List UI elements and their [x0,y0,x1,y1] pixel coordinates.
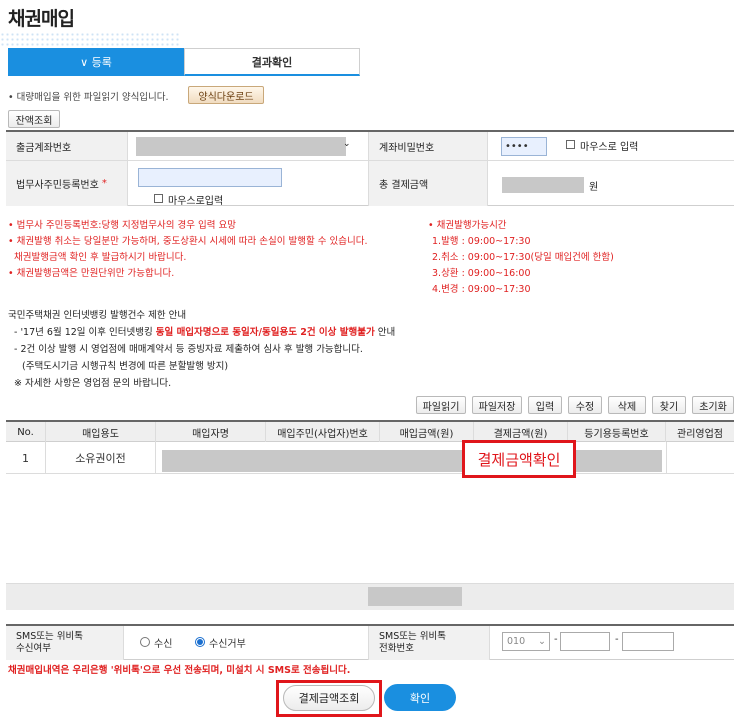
won-unit: 원 [589,182,599,193]
edit-button[interactable]: 수정 [568,396,602,414]
find-button[interactable]: 찾기 [652,396,686,414]
tab-register[interactable]: ∨ 등록 [8,48,184,76]
sms-receive-label: SMS또는 위비톡 수신여부 [6,626,124,660]
limit-line1-pre: - '17년 6월 12일 이후 인터넷뱅킹 [14,327,156,338]
issue-time-item: 2.취소 : 09:00~17:30(당일 매입건에 한함) [432,252,614,263]
payment-confirm-annotation: 결제금액확인 [462,440,576,478]
row-masked-values [162,450,662,472]
bottom-notice: 채권매입내역은 우리은행 '위비톡'으로 우선 전송되며, 미설치 시 SMS로… [8,665,351,676]
lawyer-reg-label: 법무사주민등록번호 * [6,161,128,206]
issue-time-item: 1.발행 : 09:00~17:30 [432,236,531,247]
notice-line: • 법무사 주민등록번호:당행 지정법무사의 경우 입력 요망 [8,220,236,231]
notices-left: • 법무사 주민등록번호:당행 지정법무사의 경우 입력 요망 • 채권발행 취… [8,218,428,282]
sms-receive-label-1: SMS또는 위비톡 [16,631,83,642]
limit-notice-line4: ※ 자세한 사항은 영업점 문의 바랍니다. [14,378,172,389]
confirm-button[interactable]: 확인 [384,684,456,711]
sms-receive-label-2: 수신여부 [16,643,51,654]
sms-phone-label: SMS또는 위비톡 전화번호 [368,626,490,660]
tab-result[interactable]: 결과확인 [184,48,360,76]
sms-phone-label-1: SMS또는 위비톡 [379,631,446,642]
chevron-down-icon: ⌄ [538,636,546,647]
col-branch: 관리영업점 [677,428,723,440]
password-input[interactable]: •••• [501,137,547,156]
notices-right: • 채권발행가능시간 1.발행 : 09:00~17:30 2.취소 : 09:… [428,218,728,298]
limit-notice-line3: (주택도시기금 시행규칙 변경에 따른 분할발행 방지) [22,361,229,372]
radio-reject[interactable] [195,637,205,647]
limit-notice-title: 국민주택채권 인터넷뱅킹 발행건수 제한 안내 [8,310,187,321]
phone-dash: - [615,634,619,645]
radio-reject-label: 수신거부 [209,639,246,650]
col-no: No. [6,422,46,442]
lawyer-reg-input[interactable] [138,168,282,187]
delete-button[interactable]: 삭제 [608,396,646,414]
row-purpose: 소유권이전 [46,442,156,474]
table-row[interactable]: 1 소유권이전 [6,442,734,474]
col-pay-amount: 결제금액(원) [474,422,568,442]
row-no: 1 [6,442,46,474]
lawyer-reg-label-text: 법무사주민등록번호 [16,180,99,191]
phone-prefix-value: 010 [507,636,526,647]
grid-header: No. 매입용도 매입자명 매입주민(사업자)번호 매입금액(원) 결제금액(원… [6,420,734,442]
total-amount-value [502,177,584,193]
limit-notice-line1: - '17년 6월 12일 이후 인터넷뱅킹 동일 매입자명으로 동일자/동일용… [8,324,728,341]
input-button[interactable]: 입력 [528,396,562,414]
mouse-input-checkbox[interactable] [566,140,575,149]
radio-receive[interactable] [140,637,150,647]
page-title: 채권매입 [8,8,75,30]
col-reg-number: 등기용등록번호 [568,422,666,442]
account-label: 출금계좌번호 [6,132,128,160]
mouse-input-checkbox-2[interactable] [154,194,163,203]
notice-line: 채권발행금액 확인 후 발급하시기 바랍니다. [14,252,187,263]
limit-line1-post: 안내 [374,327,396,338]
phone-prefix-select[interactable]: 010 ⌄ [502,632,550,651]
phone-middle-input[interactable] [560,632,610,651]
col-purpose: 매입용도 [46,422,156,442]
phone-last-input[interactable] [622,632,674,651]
sms-phone-label-2: 전화번호 [379,643,414,654]
phone-dash: - [554,634,558,645]
grid-empty-area [6,474,734,584]
notice-line: • 채권발행금액은 만원단위만 가능합니다. [8,268,175,279]
balance-inquiry-button[interactable]: 잔액조회 [8,110,60,128]
file-read-button[interactable]: 파일읽기 [416,396,466,414]
chevron-down-icon: ⌄ [343,139,351,149]
sum-amount [368,587,462,606]
total-amount-label: 총 결제금액 [368,161,488,206]
decorative-dots [0,32,180,46]
col-buyer-id: 매입주민(사업자)번호 [266,422,380,442]
reset-button[interactable]: 초기화 [692,396,734,414]
limit-notice-line2: - 2건 이상 발행 시 영업점에 매매계약서 등 증빙자료 제출하여 심사 후… [14,344,363,355]
issue-time-item: 3.상환 : 09:00~16:00 [432,268,531,279]
mouse-input-label: 마우스로 입력 [580,142,639,153]
col-buyer-name: 매입자명 [156,422,266,442]
col-buy-amount: 매입금액(원) [380,422,474,442]
issue-time-title: • 채권발행가능시간 [428,220,507,231]
download-notice: • 대량매입을 위한 파일읽기 양식입니다. [8,92,169,103]
limit-notice: 국민주택채권 인터넷뱅킹 발행건수 제한 안내 - '17년 6월 12일 이후… [8,307,728,392]
required-mark: * [101,178,107,189]
notice-line: • 채권발행 취소는 당일분만 가능하며, 중도상환시 시세에 따라 손실이 발… [8,236,368,247]
issue-time-item: 4.변경 : 09:00~17:30 [432,284,531,295]
file-save-button[interactable]: 파일저장 [472,396,522,414]
radio-receive-label: 수신 [154,639,173,650]
limit-line1-red: 동일 매입자명으로 동일자/동일용도 2건 이상 발행불가 [155,327,375,338]
account-select[interactable] [136,137,346,156]
download-form-button[interactable]: 양식다운로드 [188,86,264,104]
payment-inquiry-button[interactable]: 결제금액조회 [283,685,375,711]
mouse-input-label-2: 마우스로입력 [168,196,224,207]
password-label: 계좌비밀번호 [368,132,488,160]
col-divider [666,442,667,474]
